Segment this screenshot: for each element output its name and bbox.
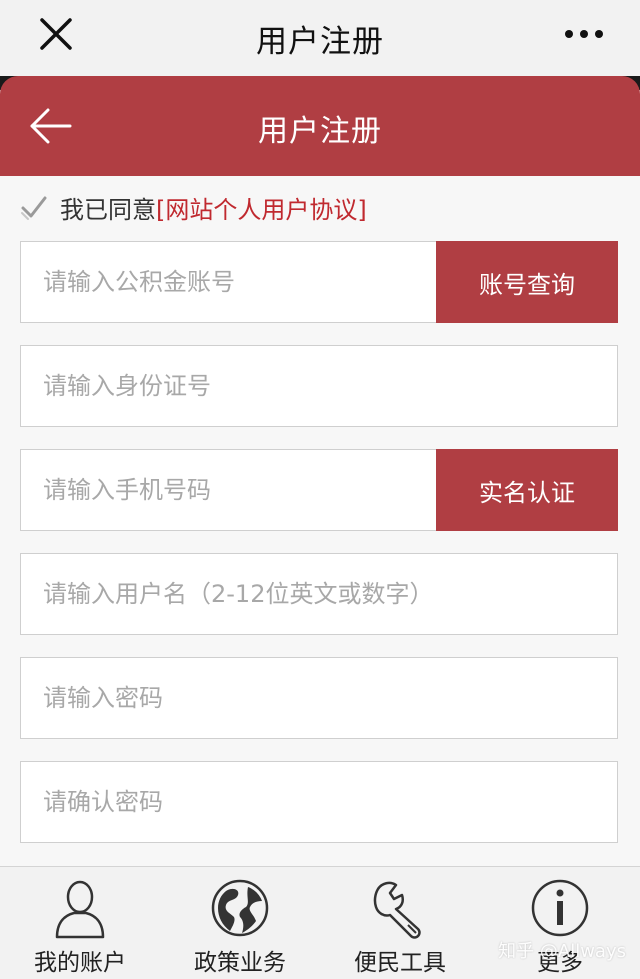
globe-icon xyxy=(211,879,269,937)
user-icon xyxy=(55,880,105,939)
account-field: 账号查询 xyxy=(20,241,618,323)
webview-top-bar: 用户注册 xyxy=(0,0,640,76)
agreement-checkbox[interactable] xyxy=(20,193,48,221)
confirm-password-field xyxy=(20,761,618,843)
password-input[interactable] xyxy=(21,658,617,738)
tab-convenience-tools[interactable]: 便民工具 xyxy=(320,867,480,979)
account-query-button[interactable]: 账号查询 xyxy=(436,241,618,323)
tab-my-account[interactable]: 我的账户 xyxy=(0,867,160,979)
tab-policy-business[interactable]: 政策业务 xyxy=(160,867,320,979)
watermark: 知乎 @Allways xyxy=(498,941,626,962)
real-name-verify-button[interactable]: 实名认证 xyxy=(436,449,618,531)
agreement-text: 我已同意 xyxy=(60,195,156,224)
page-header: 用户注册 xyxy=(0,76,640,176)
password-field xyxy=(20,657,618,739)
account-input[interactable] xyxy=(21,242,437,322)
user-agreement-link[interactable]: [网站个人用户协议] xyxy=(156,190,367,225)
wrench-icon xyxy=(373,881,421,939)
confirm-password-input[interactable] xyxy=(21,762,617,842)
tab-label: 便民工具 xyxy=(354,950,446,976)
tab-label: 政策业务 xyxy=(194,950,286,976)
tab-label: 我的账户 xyxy=(34,950,126,976)
id-number-input[interactable] xyxy=(21,346,617,426)
username-field xyxy=(20,553,618,635)
registration-form: 我已同意 [网站个人用户协议] 账号查询 实名认证 xyxy=(0,176,640,866)
more-icon[interactable] xyxy=(564,22,604,46)
page-title: 用户注册 xyxy=(258,114,382,149)
agreement-row: 我已同意 [网站个人用户协议] xyxy=(20,190,367,224)
username-input[interactable] xyxy=(21,554,617,634)
info-icon xyxy=(531,879,589,937)
phone-field: 实名认证 xyxy=(20,449,618,531)
id-number-field xyxy=(20,345,618,427)
phone-input[interactable] xyxy=(21,450,437,530)
window-title: 用户注册 xyxy=(256,24,384,60)
